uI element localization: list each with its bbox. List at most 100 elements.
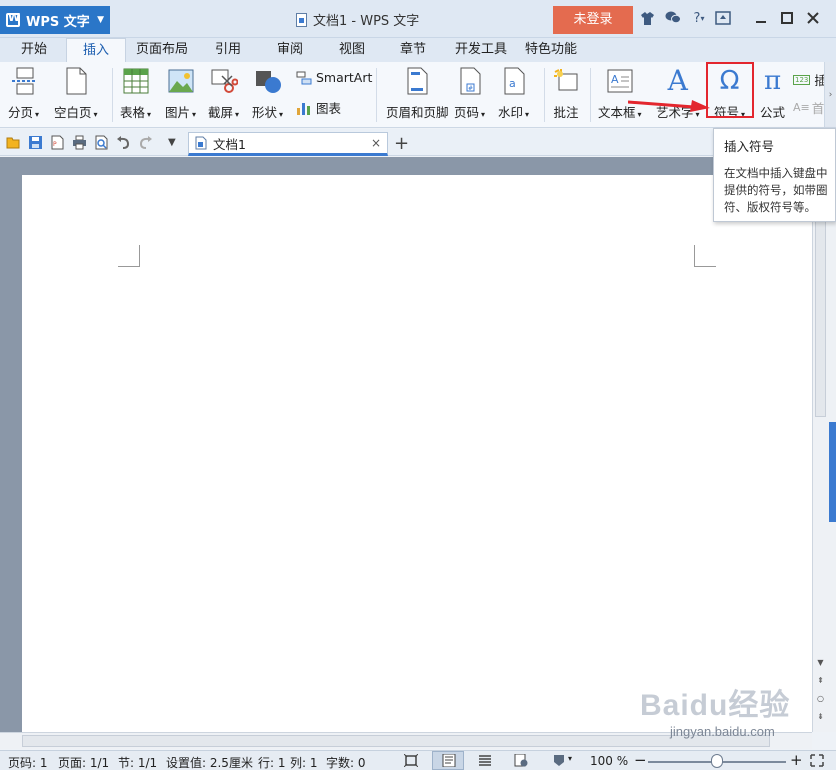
export-pdf-icon[interactable]: P [50, 135, 65, 150]
status-page-number[interactable]: 页码: 1 [8, 754, 48, 770]
outline-view-icon[interactable] [478, 754, 492, 767]
shape-icon [254, 66, 282, 96]
vertical-scrollbar[interactable]: ▼ ⇞ ○ ⇟ [812, 157, 828, 732]
maximize-icon[interactable] [776, 7, 798, 29]
status-section[interactable]: 节: 1/1 [118, 754, 157, 770]
page-break-label: 分页 [8, 105, 34, 120]
tab-home[interactable]: 开始 [8, 38, 60, 62]
scroll-down-icon[interactable]: ▼ [815, 657, 826, 669]
login-button[interactable]: 未登录 [553, 6, 633, 34]
new-tab-icon[interactable]: + [394, 133, 409, 154]
tab-page-layout[interactable]: 页面布局 [132, 38, 192, 62]
save-icon[interactable] [28, 135, 43, 150]
watermark-button[interactable]: a 水印 ▾ [498, 66, 529, 121]
side-panel-toggle[interactable] [829, 422, 836, 522]
quick-access-dropdown-icon[interactable]: ▼ [168, 137, 176, 148]
ribbon-divider [544, 68, 545, 122]
page-view-icon [442, 754, 456, 767]
blank-page-button[interactable]: 空白页 ▾ [54, 66, 98, 121]
svg-text:A: A [611, 73, 619, 86]
ribbon-scroll-right-icon[interactable]: › [824, 62, 836, 127]
smartart-button[interactable]: SmartArt [296, 70, 372, 85]
screenshot-icon [210, 66, 238, 96]
wordart-icon: A [667, 64, 688, 97]
tab-view[interactable]: 视图 [330, 38, 374, 62]
comment-label: 批注 [553, 105, 579, 120]
status-pages[interactable]: 页面: 1/1 [58, 754, 109, 770]
print-preview-icon[interactable] [94, 135, 109, 150]
shape-button[interactable]: 形状 ▾ [252, 66, 283, 121]
print-icon[interactable] [72, 135, 87, 150]
svg-text:P: P [53, 141, 57, 148]
status-word-count[interactable]: 字数: 0 [326, 754, 366, 770]
wordart-button[interactable]: A 艺术字 ▾ [656, 66, 700, 121]
minimize-icon[interactable] [750, 7, 772, 29]
zoom-level[interactable]: 100 % [590, 754, 628, 768]
textbox-icon: A [607, 66, 633, 96]
tooltip-line-3: 符、版权符号等。 [724, 200, 816, 214]
close-tab-icon[interactable]: × [371, 136, 381, 150]
chart-icon [297, 102, 310, 115]
drop-cap-button[interactable]: A≡ 首 [793, 98, 824, 117]
wps-logo-icon [6, 11, 20, 27]
feedback-icon[interactable] [664, 9, 682, 27]
document-tab-icon [195, 136, 207, 150]
fit-window-icon[interactable] [810, 754, 824, 767]
zoom-out-icon[interactable]: − [634, 751, 647, 769]
formula-button[interactable]: π 公式 [760, 66, 785, 121]
margin-corner-top-left [118, 245, 140, 267]
number-icon: 123 [793, 74, 811, 85]
status-column[interactable]: 列: 1 [290, 754, 318, 770]
help-icon[interactable]: ? ▾ [690, 9, 708, 27]
tab-review[interactable]: 审阅 [268, 38, 312, 62]
redo-icon[interactable] [138, 135, 153, 150]
page-break-button[interactable]: 分页 ▾ [8, 66, 39, 121]
tab-special-features[interactable]: 特色功能 [520, 38, 582, 62]
reading-mode-icon[interactable] [552, 754, 566, 767]
page-number-button[interactable]: # 页码 ▾ [454, 66, 485, 121]
document-tab-label: 文档1 [213, 136, 246, 152]
undo-icon[interactable] [116, 135, 131, 150]
open-folder-icon[interactable] [6, 135, 21, 150]
app-menu-button[interactable]: WPS 文字 ▼ [0, 6, 110, 34]
screenshot-label: 截屏 [208, 105, 234, 120]
textbox-button[interactable]: A 文本框 ▾ [598, 66, 642, 121]
status-row[interactable]: 行: 1 [258, 754, 286, 770]
chart-label: 图表 [316, 101, 342, 116]
status-setting[interactable]: 设置值: 2.5厘米 [166, 754, 253, 770]
smartart-icon [296, 71, 312, 84]
blank-page-label: 空白页 [54, 105, 92, 120]
document-page[interactable] [22, 175, 812, 735]
tab-developer[interactable]: 开发工具 [450, 38, 512, 62]
tab-references[interactable]: 引用 [206, 38, 250, 62]
comment-icon [553, 66, 579, 96]
title-tools: ? ▾ [638, 9, 708, 27]
insert-number-button[interactable]: 123 插 [793, 70, 827, 89]
ribbon-divider [112, 68, 113, 122]
tab-chapter[interactable]: 章节 [391, 38, 435, 62]
zoom-slider-thumb[interactable] [711, 754, 723, 768]
chevron-down-icon: ▼ [97, 15, 104, 25]
picture-button[interactable]: 图片 ▾ [165, 66, 196, 121]
header-footer-button[interactable]: 页眉和页脚 [386, 66, 449, 121]
ribbon-divider [376, 68, 377, 122]
svg-text:a: a [509, 77, 516, 90]
web-view-icon[interactable] [514, 754, 528, 767]
tab-insert[interactable]: 插入 [66, 38, 126, 62]
symbol-highlight-box [706, 62, 754, 118]
picture-icon [168, 66, 194, 96]
screenshot-button[interactable]: 截屏 ▾ [208, 66, 239, 121]
reading-mode-dropdown-icon[interactable]: ▾ [568, 754, 572, 763]
chart-button[interactable]: 图表 [296, 98, 341, 117]
table-button[interactable]: 表格 ▾ [120, 66, 151, 121]
page-view-active[interactable] [432, 751, 464, 770]
tooltip-line-2: 提供的符号，如带圈 [724, 183, 828, 197]
restore-window-icon[interactable] [712, 7, 734, 29]
document-tab[interactable]: 文档1 × [188, 132, 388, 156]
fullscreen-icon[interactable] [404, 754, 418, 767]
zoom-in-icon[interactable]: + [790, 751, 803, 769]
quick-access-bar: P ▼ 文档1 × + [0, 129, 836, 156]
close-icon[interactable] [802, 7, 824, 29]
comment-button[interactable]: 批注 [553, 66, 579, 121]
skin-icon[interactable] [638, 9, 656, 27]
